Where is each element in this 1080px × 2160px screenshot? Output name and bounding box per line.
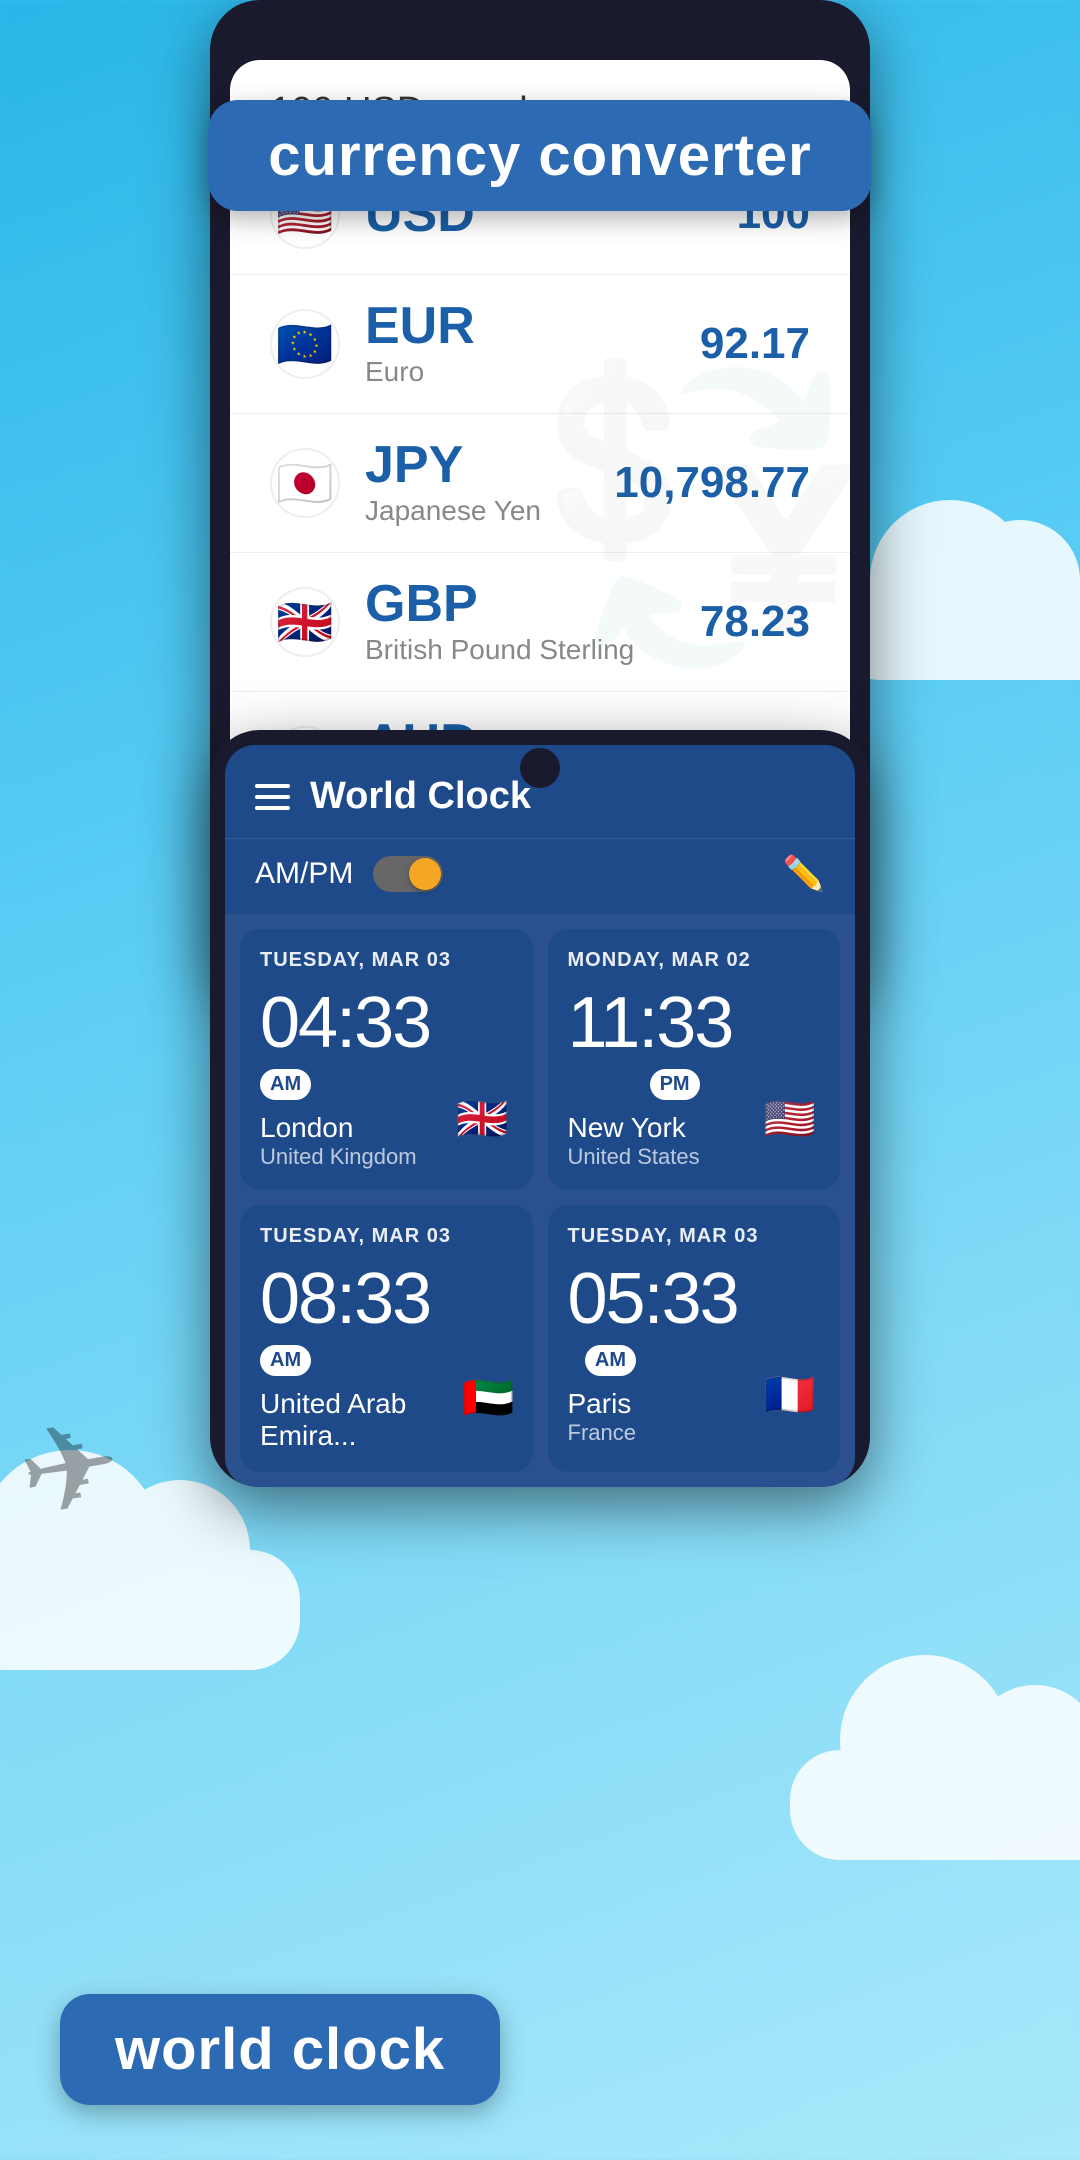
jpy-value: 10,798.77 <box>614 458 810 508</box>
clock-grid: TUESDAY, MAR 03 04:33 AM London United K… <box>225 914 855 1487</box>
clock-card-london[interactable]: TUESDAY, MAR 03 04:33 AM London United K… <box>240 929 533 1190</box>
london-ampm: AM <box>260 1069 311 1100</box>
clock-card-uae[interactable]: TUESDAY, MAR 03 08:33 AM United Arab Emi… <box>240 1205 533 1472</box>
currency-converter-label: currency converter <box>208 100 871 211</box>
london-country: United Kingdom <box>260 1144 417 1170</box>
clock-card-newyork[interactable]: MONDAY, MAR 02 11:33 PM New York United … <box>548 929 841 1190</box>
world-clock-screen: World Clock AM/PM ✏️ TUESDAY, MAR 03 04:… <box>225 745 855 1487</box>
eur-value: 92.17 <box>700 319 810 369</box>
london-time: 04:33 <box>260 987 513 1059</box>
uae-flag: 🇦🇪 <box>464 1379 513 1419</box>
uae-time: 08:33 <box>260 1263 513 1335</box>
paris-ampm: AM <box>585 1345 636 1376</box>
paris-city-row: AM Paris France 🇫🇷 <box>568 1345 821 1446</box>
world-clock-phone: World Clock AM/PM ✏️ TUESDAY, MAR 03 04:… <box>210 730 870 1487</box>
clock-card-paris[interactable]: TUESDAY, MAR 03 05:33 AM Paris France 🇫🇷 <box>548 1205 841 1472</box>
newyork-city-row: PM New York United States 🇺🇸 <box>568 1069 821 1170</box>
world-clock-toolbar: AM/PM ✏️ <box>225 838 855 914</box>
paris-country: France <box>568 1420 636 1446</box>
uae-date: TUESDAY, MAR 03 <box>260 1225 513 1248</box>
toggle-knob <box>409 858 441 890</box>
gbp-value: 78.23 <box>700 597 810 647</box>
menu-icon[interactable] <box>255 784 290 810</box>
ampm-label: AM/PM <box>255 857 353 891</box>
edit-icon[interactable]: ✏️ <box>783 854 825 894</box>
eur-name: Euro <box>365 356 700 388</box>
london-date: TUESDAY, MAR 03 <box>260 949 513 972</box>
currency-row-eur[interactable]: 🇪🇺 EUR Euro 92.17 <box>230 275 850 414</box>
london-flag: 🇬🇧 <box>453 1100 513 1140</box>
world-clock-label: world clock <box>60 1994 500 2105</box>
newyork-flag: 🇺🇸 <box>760 1100 820 1140</box>
newyork-ampm: PM <box>650 1069 700 1100</box>
jpy-flag: 🇯🇵 <box>270 448 340 518</box>
newyork-location: PM New York United States <box>568 1069 700 1170</box>
uae-location: AM United Arab Emira... <box>260 1345 464 1452</box>
paris-location: AM Paris France <box>568 1345 636 1446</box>
world-clock-title: World Clock <box>310 775 825 818</box>
gbp-name: British Pound Sterling <box>365 634 700 666</box>
gbp-flag: 🇬🇧 <box>270 587 340 657</box>
jpy-info: JPY Japanese Yen <box>365 439 614 527</box>
cloud-decoration-3 <box>790 1750 1080 1860</box>
newyork-city: New York <box>568 1112 700 1144</box>
uae-city: United Arab Emira... <box>260 1388 464 1452</box>
london-location: AM London United Kingdom <box>260 1069 417 1170</box>
paris-time: 05:33 <box>568 1263 821 1335</box>
paris-date: TUESDAY, MAR 03 <box>568 1225 821 1248</box>
gbp-code: GBP <box>365 578 700 630</box>
paris-city: Paris <box>568 1388 636 1420</box>
uae-ampm: AM <box>260 1345 311 1376</box>
newyork-date: MONDAY, MAR 02 <box>568 949 821 972</box>
uae-city-row: AM United Arab Emira... 🇦🇪 <box>260 1345 513 1452</box>
currency-row-jpy[interactable]: 🇯🇵 JPY Japanese Yen 10,798.77 <box>230 414 850 553</box>
currency-row-gbp[interactable]: 🇬🇧 GBP British Pound Sterling 78.23 <box>230 553 850 692</box>
london-city-row: AM London United Kingdom 🇬🇧 <box>260 1069 513 1170</box>
gbp-info: GBP British Pound Sterling <box>365 578 700 666</box>
phone-notch <box>520 748 560 788</box>
ampm-toggle[interactable] <box>373 856 443 892</box>
eur-code: EUR <box>365 300 700 352</box>
newyork-country: United States <box>568 1144 700 1170</box>
eur-info: EUR Euro <box>365 300 700 388</box>
paris-flag: 🇫🇷 <box>760 1376 820 1416</box>
newyork-time: 11:33 <box>568 987 821 1059</box>
eur-flag: 🇪🇺 <box>270 309 340 379</box>
jpy-code: JPY <box>365 439 614 491</box>
jpy-name: Japanese Yen <box>365 495 614 527</box>
london-city: London <box>260 1112 417 1144</box>
cloud-decoration-2 <box>0 1550 300 1670</box>
